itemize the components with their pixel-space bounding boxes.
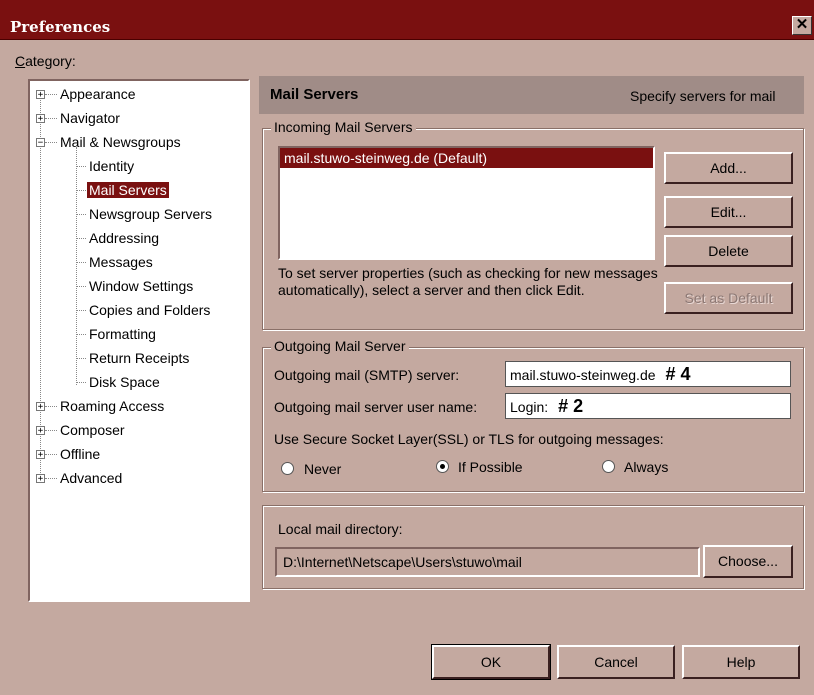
expand-icon[interactable]: + [36,426,45,436]
tree-item-addressing[interactable]: Addressing [89,229,159,247]
ssl-never-radio[interactable] [281,462,294,475]
tree-item-disk-space[interactable]: Disk Space [89,373,160,391]
expand-icon[interactable]: + [36,474,45,484]
smtp-server-value: mail.stuwo-steinweg.de [510,367,656,383]
tree-item-mail-servers[interactable]: Mail Servers [87,181,169,199]
tree-item-copies-folders[interactable]: Copies and Folders [89,301,210,319]
smtp-server-field[interactable]: mail.stuwo-steinweg.de # 4 [505,361,791,387]
category-tree[interactable]: + Appearance + Navigator − Mail & Newsgr… [28,79,250,602]
list-item[interactable]: mail.stuwo-steinweg.de (Default) [280,148,653,168]
tree-item-roaming-access[interactable]: Roaming Access [60,397,164,415]
add-button[interactable]: Add... [664,152,793,184]
tree-connector [76,310,86,311]
help-button[interactable]: Help [682,645,800,679]
expand-icon[interactable]: + [36,90,45,100]
outgoing-server-legend: Outgoing Mail Server [271,338,409,354]
tree-connector [40,91,41,477]
ssl-if-possible-radio[interactable] [436,460,449,473]
user-note: # 2 [558,396,584,416]
tree-connector [45,430,57,431]
panel-title: Mail Servers [270,86,359,103]
tree-item-navigator[interactable]: Navigator [60,109,120,127]
tree-connector [76,147,77,385]
smtp-server-label: Outgoing mail (SMTP) server: [274,367,460,383]
tree-item-messages[interactable]: Messages [89,253,153,271]
local-mail-path: D:\Internet\Netscape\Users\stuwo\mail [275,547,700,577]
tree-item-offline[interactable]: Offline [60,445,100,463]
tree-connector [76,190,86,191]
tree-connector [45,478,57,479]
ssl-label: Use Secure Socket Layer(SSL) or TLS for … [274,431,664,447]
ssl-always-label[interactable]: Always [624,459,668,475]
incoming-help-text: To set server properties (such as checki… [278,265,658,298]
tree-connector [76,166,86,167]
local-mail-label: Local mail directory: [278,521,403,537]
close-button[interactable]: ✕ [792,16,812,35]
tree-item-appearance[interactable]: Appearance [60,85,136,103]
tree-item-newsgroup-servers[interactable]: Newsgroup Servers [89,205,212,223]
tree-item-advanced[interactable]: Advanced [60,469,122,487]
close-icon: ✕ [795,16,809,33]
tree-connector [45,142,57,143]
tree-item-formatting[interactable]: Formatting [89,325,156,343]
expand-icon[interactable]: + [36,450,45,460]
tree-item-window-settings[interactable]: Window Settings [89,277,193,295]
user-name-field[interactable]: Login: # 2 [505,393,791,419]
incoming-servers-legend: Incoming Mail Servers [271,119,416,135]
user-name-label: Outgoing mail server user name: [274,399,478,415]
ok-button[interactable]: OK [432,645,550,679]
smtp-note: # 4 [665,364,691,384]
ssl-if-possible-label[interactable]: If Possible [458,459,523,475]
delete-button[interactable]: Delete [664,235,793,267]
tree-connector [45,406,57,407]
tree-item-label: Mail Servers [87,182,169,198]
tree-connector [76,262,86,263]
category-label: Category: [15,53,76,69]
tree-connector [45,94,57,95]
tree-item-return-receipts[interactable]: Return Receipts [89,349,189,367]
ssl-never-label[interactable]: Never [304,461,341,477]
cancel-button[interactable]: Cancel [557,645,675,679]
tree-connector [45,118,57,119]
tree-item-identity[interactable]: Identity [89,157,134,175]
window-title: Preferences [10,18,111,36]
panel-subtitle: Specify servers for mail [630,88,776,104]
tree-connector [76,334,86,335]
category-label-rest: ategory: [25,53,76,69]
tree-connector [76,382,86,383]
tree-connector [76,238,86,239]
expand-icon[interactable]: + [36,402,45,412]
tree-connector [76,358,86,359]
title-bar [0,0,814,40]
user-name-value: Login: [510,399,549,415]
edit-button[interactable]: Edit... [664,196,793,228]
tree-item-mail-newsgroups[interactable]: Mail & Newsgroups [60,133,181,151]
expand-icon[interactable]: + [36,114,45,124]
tree-item-composer[interactable]: Composer [60,421,125,439]
ssl-always-radio[interactable] [602,460,615,473]
tree-connector [76,214,86,215]
set-default-button[interactable]: Set as Default [664,282,793,314]
tree-connector [76,286,86,287]
tree-connector [45,454,57,455]
collapse-icon[interactable]: − [36,138,45,148]
choose-button[interactable]: Choose... [703,545,793,578]
